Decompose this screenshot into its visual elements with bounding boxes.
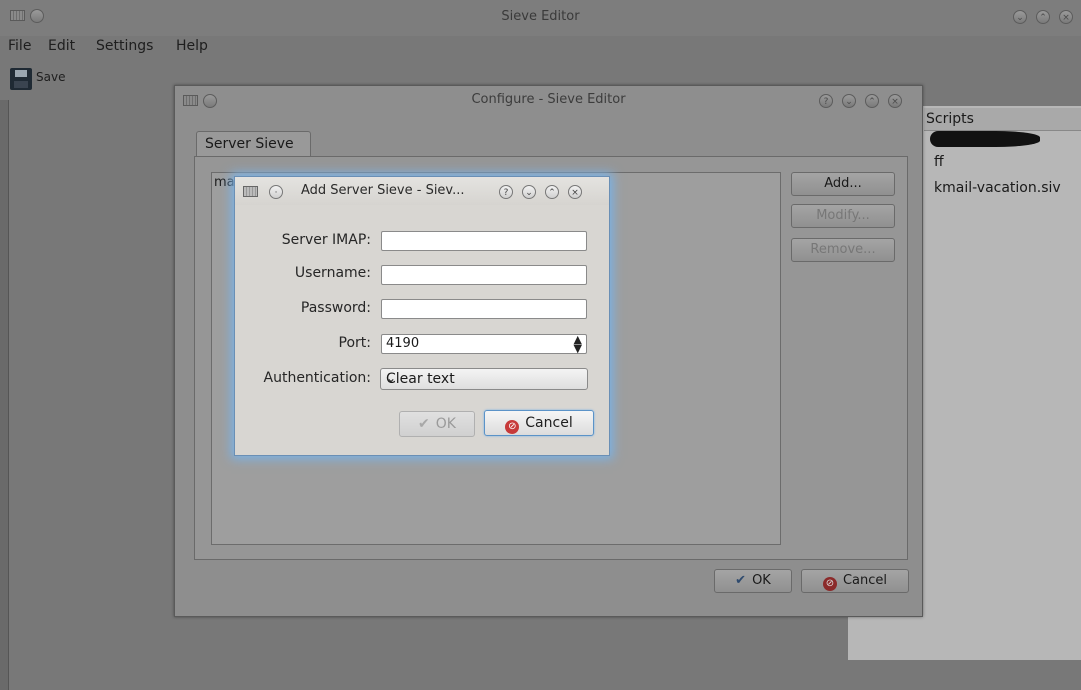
password-input[interactable]	[381, 299, 587, 319]
window-menu-icon[interactable]	[243, 186, 258, 197]
server-list-item[interactable]: ma	[214, 175, 235, 190]
scripts-header: Scripts	[924, 108, 1081, 131]
cancel-icon: ⊘	[505, 420, 520, 434]
port-label: Port:	[338, 335, 371, 351]
close-icon[interactable]: ×	[568, 185, 582, 199]
minimize-icon[interactable]: ⌄	[1013, 10, 1027, 24]
check-icon: ✔	[735, 573, 747, 588]
username-label: Username:	[294, 265, 371, 281]
tab-label: Server Sieve	[205, 136, 294, 152]
configure-dialog-title: Configure - Sieve Editor	[471, 92, 626, 107]
cancel-label: Cancel	[525, 415, 573, 431]
main-window-title: Sieve Editor	[501, 9, 580, 24]
port-spinbox[interactable]: 4190 ▲ ▼	[381, 334, 587, 354]
maximize-icon[interactable]: ⌃	[1036, 10, 1050, 24]
chevron-down-icon: ⌄	[386, 371, 397, 385]
keep-above-icon[interactable]: ·	[269, 185, 283, 199]
add-dialog-ok-button[interactable]: ✔ OK	[399, 411, 475, 437]
redacted-account	[930, 131, 1040, 147]
save-label: Save	[36, 70, 66, 84]
script-item[interactable]: kmail-vacation.siv	[934, 180, 1061, 196]
authentication-select[interactable]: Clear text ⌄	[380, 368, 588, 390]
add-button[interactable]: Add...	[791, 172, 895, 196]
left-panel-edge	[0, 100, 9, 690]
password-label: Password:	[300, 300, 371, 316]
port-value: 4190	[386, 336, 420, 351]
minimize-icon[interactable]: ⌄	[842, 94, 856, 108]
server-imap-input[interactable]	[381, 231, 587, 251]
configure-ok-button[interactable]: ✔ OK	[714, 569, 792, 593]
check-icon: ✔	[418, 416, 430, 432]
add-server-sieve-dialog: · Add Server Sieve - Siev... ? ⌄ ⌃ × Ser…	[234, 176, 610, 456]
close-icon[interactable]: ×	[1059, 10, 1073, 24]
cancel-icon: ⊘	[822, 577, 837, 591]
spin-arrows-icon[interactable]: ▲ ▼	[574, 334, 582, 354]
ok-label: OK	[435, 416, 456, 432]
minimize-icon[interactable]: ⌄	[522, 185, 536, 199]
configure-cancel-button[interactable]: ⊘ Cancel	[801, 569, 909, 593]
add-dialog-title: Add Server Sieve - Siev...	[301, 183, 465, 198]
add-dialog-cancel-button[interactable]: ⊘ Cancel	[484, 410, 594, 436]
authentication-label: Authentication:	[263, 370, 372, 386]
menu-file[interactable]: File	[8, 38, 31, 54]
help-icon[interactable]: ?	[819, 94, 833, 108]
menu-help[interactable]: Help	[176, 38, 208, 54]
cancel-label: Cancel	[842, 573, 888, 588]
maximize-icon[interactable]: ⌃	[865, 94, 879, 108]
username-input[interactable]	[381, 265, 587, 285]
tab-server-sieve[interactable]: Server Sieve	[196, 131, 311, 157]
modify-button[interactable]: Modify...	[791, 204, 895, 228]
scripts-header-label: Scripts	[926, 111, 974, 127]
ok-label: OK	[752, 573, 771, 588]
remove-button[interactable]: Remove...	[791, 238, 895, 262]
save-icon	[10, 68, 32, 90]
menu-edit[interactable]: Edit	[48, 38, 75, 54]
script-item[interactable]: ff	[934, 154, 944, 170]
server-imap-label: Server IMAP:	[281, 232, 371, 248]
maximize-icon[interactable]: ⌃	[545, 185, 559, 199]
help-icon[interactable]: ?	[499, 185, 513, 199]
menu-settings[interactable]: Settings	[96, 38, 153, 54]
close-icon[interactable]: ×	[888, 94, 902, 108]
